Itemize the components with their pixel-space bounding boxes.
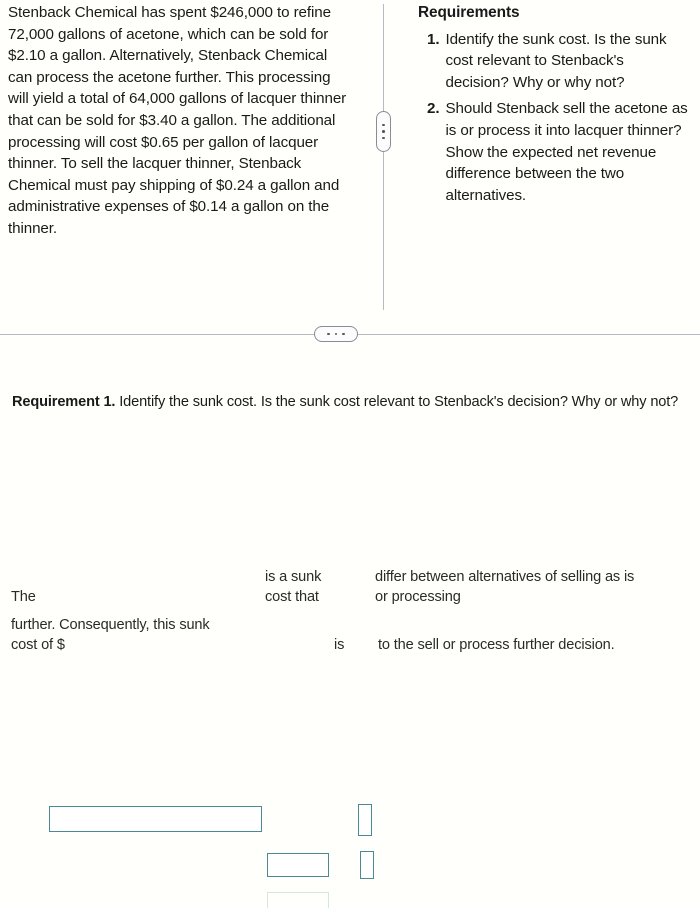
requirement-text: Should Stenback sell the acetone as is o… (445, 100, 688, 204)
requirement-number: 2. (427, 100, 440, 118)
problem-statement-text: Stenback Chemical has spent $246,000 to … (8, 4, 347, 237)
vertical-grip-dots-icon (382, 136, 385, 140)
requirement-heading-text: Identify the sunk cost. Is the sunk cost… (115, 394, 679, 410)
label-differ-between-alternatives: differ between alternatives of selling a… (375, 569, 635, 605)
label-is-a-sunk-cost-that: is a sunk cost that (265, 569, 322, 605)
horizontal-grip-dots-icon (327, 332, 330, 336)
sunk-cost-name-input[interactable] (49, 806, 262, 832)
vertical-splitter-handle[interactable] (376, 111, 391, 152)
requirement-heading: Requirement 1. Identify the sunk cost. I… (12, 393, 688, 413)
requirement-list-item: 1. Identify the sunk cost. Is the sunk c… (418, 29, 690, 94)
requirement-list-item: 2. Should Stenback sell the acetone as i… (418, 98, 690, 206)
requirement-number: 1. (427, 30, 440, 48)
offscreen-next-input-peek (267, 892, 329, 908)
problem-and-requirements-area: Stenback Chemical has spent $246,000 to … (0, 0, 700, 335)
requirement-text: Identify the sunk cost. Is the sunk cost… (445, 30, 667, 91)
horizontal-grip-dots-icon (334, 332, 338, 336)
label-the: The (11, 589, 36, 605)
horizontal-grip-dots-icon (342, 332, 345, 336)
answer-area: Requirement 1. Identify the sunk cost. I… (0, 336, 700, 908)
vertical-grip-dots-icon (382, 130, 385, 133)
label-to-the-sell-or-process: to the sell or process further decision. (378, 637, 615, 653)
vertical-splitter-line (383, 4, 384, 310)
vertical-grip-dots-icon (382, 123, 385, 127)
differ-choice-select[interactable]: doesdoes not (358, 804, 372, 836)
sunk-cost-amount-input[interactable] (267, 853, 329, 877)
requirements-title: Requirements (418, 4, 520, 21)
relevance-choice-select[interactable]: relevantnot relevant (360, 851, 374, 879)
label-further-consequently: further. Consequently, this sunk cost of… (11, 617, 210, 653)
label-is: is (334, 637, 345, 653)
requirements-panel: Requirements 1. Identify the sunk cost. … (418, 2, 690, 206)
requirement-heading-label: Requirement 1. (12, 394, 116, 410)
